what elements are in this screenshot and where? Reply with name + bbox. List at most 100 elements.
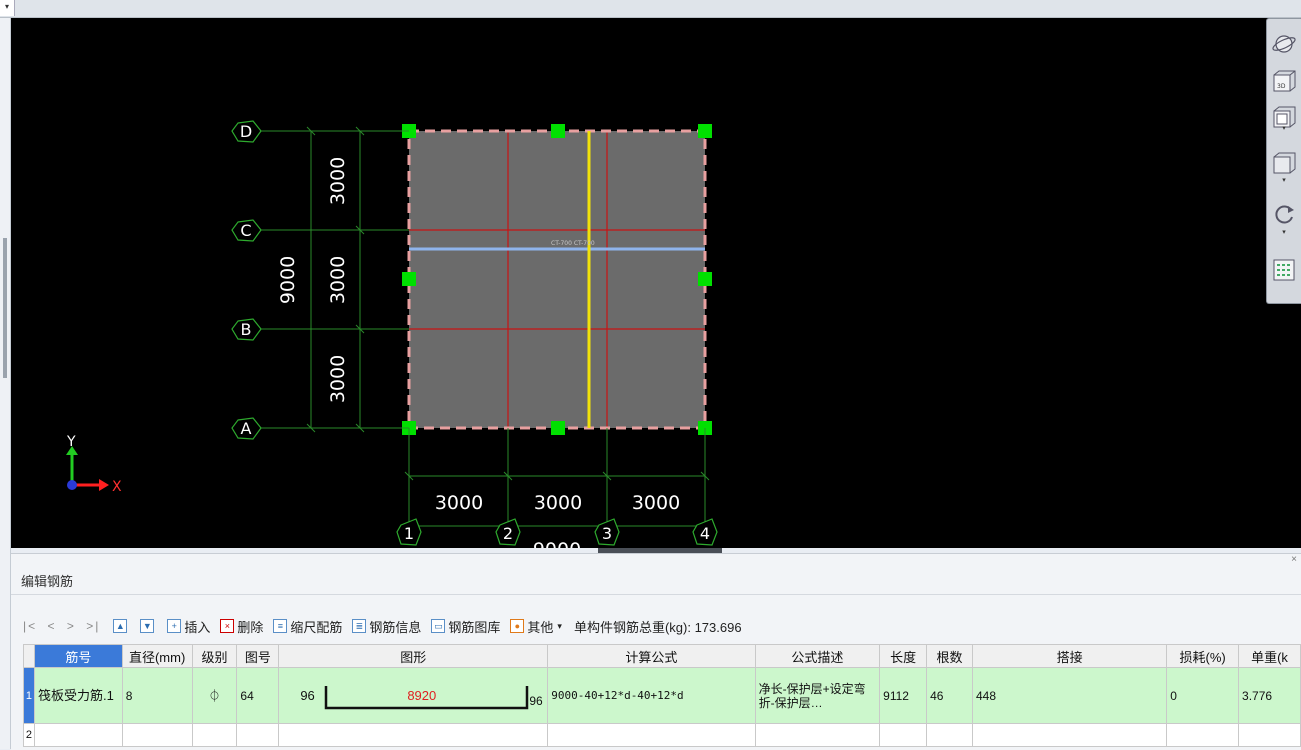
grid-view-icon[interactable] [1271,257,1297,283]
column-header[interactable]: 根数 [926,644,973,668]
left-strip [0,18,11,749]
total-weight-label: 单构件钢筋总重(kg): 173.696 [573,619,742,635]
axis-bubble-1: 1 [396,518,422,546]
formula-cell[interactable]: 9000-40+12*d-40+12*d [547,667,756,724]
left-dimensions: 3000 3000 3000 9000 [277,157,349,403]
divider [11,594,1301,595]
bottom-dimensions: 3000 3000 3000 9000 [435,492,680,548]
shape-cell[interactable]: 96 8920 96 [278,667,549,724]
rebar-tiny-label: CT-700 CT-700 [551,240,595,247]
svg-text:X: X [112,479,122,495]
slab-area[interactable] [409,131,705,428]
first-record-button[interactable]: |< [23,619,37,633]
rebar-table: 筋号 直径(mm) 级别 图号 图形 计算公式 公式描述 长度 根数 搭接 损耗… [23,644,1301,747]
count-cell[interactable]: 46 [926,667,973,724]
dim-bottom-2: 3000 [534,492,582,514]
library-icon: ▭ [431,619,446,633]
iso-view-dropdown-icon[interactable]: ▾ [1271,175,1297,185]
column-header[interactable]: 图形 [278,644,549,668]
row-number[interactable]: 1 [23,667,35,724]
iso-view-icon[interactable] [1271,151,1297,177]
shape-mid-value: 8920 [407,687,437,703]
dim-bottom-1: 3000 [435,492,483,514]
other-button[interactable]: ● 其他 ▾ [510,617,562,636]
svg-text:Y: Y [66,434,76,450]
grade-cell[interactable]: ⏀ [191,667,238,724]
left-splitter-grip[interactable] [3,238,7,378]
svg-text:3D: 3D [1277,83,1286,90]
ruler-icon: ≡ [273,619,288,633]
svg-text:1: 1 [404,524,414,543]
column-header[interactable]: 筋号 [33,644,123,668]
3d-view-icon[interactable]: 3D [1271,69,1297,95]
scale-rebar-button[interactable]: ≡ 缩尺配筋 [273,617,342,636]
chevron-down-icon: ▾ [557,620,562,631]
last-record-button[interactable]: >| [86,619,100,633]
move-down-button[interactable]: ▼ [140,619,157,633]
column-header[interactable]: 图号 [236,644,280,668]
plan-view-dropdown-icon[interactable]: ▾ [1271,123,1297,133]
total-weight-value: 173.696 [694,619,742,635]
prev-record-button[interactable]: < [47,619,56,633]
move-up-button[interactable]: ▲ [113,619,130,633]
loss-cell[interactable]: 0 [1166,667,1240,724]
dim-bottom-3: 3000 [632,492,680,514]
axis-bubble-a: A [231,417,262,440]
column-header[interactable]: 单重(k [1238,644,1301,668]
formula-desc-cell[interactable]: 净长-保护层+设定弯折-保护层… [754,667,881,724]
orbit-icon[interactable] [1271,31,1297,57]
rebar-library-button[interactable]: ▭ 钢筋图库 [431,617,500,636]
column-header[interactable]: 长度 [879,644,928,668]
svg-text:B: B [241,320,252,339]
figure-no-cell[interactable]: 64 [236,667,280,724]
column-header[interactable]: 级别 [191,644,238,668]
insert-icon: + [167,619,182,633]
unit-weight-cell[interactable]: 3.776 [1238,667,1301,724]
column-header[interactable]: 搭接 [971,644,1168,668]
document-icon: ≣ [352,619,367,633]
svg-text:3: 3 [602,524,612,543]
length-cell[interactable]: 9112 [879,667,928,724]
delete-button[interactable]: × 删除 [220,617,263,636]
rotate-icon[interactable] [1271,201,1297,227]
svg-text:2: 2 [503,524,513,543]
diameter-cell[interactable]: 8 [121,667,193,724]
next-record-button[interactable]: > [67,619,76,633]
table-row[interactable]: 1 筏板受力筋.1 8 ⏀ 64 96 8920 96 9000-40+12*d… [23,667,1301,724]
dim-left-1: 3000 [327,157,349,205]
row-number[interactable]: 2 [23,723,35,747]
rebar-info-button[interactable]: ≣ 钢筋信息 [352,617,421,636]
table-row[interactable]: 2 [23,723,1301,747]
drawing-canvas[interactable]: CT-700 CT-700 3000 3000 3000 9000 3000 3… [11,18,1301,548]
axis-bubble-c: C [231,219,262,242]
panel-toolbar: |< < > >| ▲ ▼ + 插入 × 删除 ≡ 缩尺配筋 ≣ 钢筋信息 ▭ 钢筋图库 … [23,615,742,637]
shape-left-value: 96 [300,687,315,703]
view-toolbar: 3D ▾ ▾ ▾ [1266,18,1301,304]
settings-icon: ● [510,619,525,633]
header-rownum [23,644,35,668]
column-header[interactable]: 计算公式 [547,644,756,668]
dim-left-total: 9000 [277,256,299,304]
axis-bubble-3: 3 [594,518,620,546]
axis-bubble-d: D [231,120,262,143]
axis-bubbles-left[interactable]: D C B A [231,120,262,440]
rotate-dropdown-icon[interactable]: ▾ [1271,227,1297,237]
dropdown-arrow-icon[interactable]: ▾ [0,0,15,16]
edit-rebar-panel: × 编辑钢筋 |< < > >| ▲ ▼ + 插入 × 删除 ≡ 缩尺配筋 ≣ 钢筋信息… [11,553,1301,750]
close-icon[interactable]: × [1291,554,1297,565]
column-header[interactable]: 损耗(%) [1166,644,1240,668]
column-header[interactable]: 公式描述 [754,644,881,668]
coordinate-axis-icon: Y X [66,434,122,495]
arrow-up-icon: ▲ [113,619,128,633]
bar-name-cell[interactable]: 筏板受力筋.1 [33,667,123,724]
lap-cell[interactable]: 448 [971,667,1168,724]
axis-bubble-4: 4 [692,518,718,546]
table-header: 筋号 直径(mm) 级别 图号 图形 计算公式 公式描述 长度 根数 搭接 损耗… [23,644,1301,668]
column-header[interactable]: 直径(mm) [121,644,193,668]
axis-bubble-2: 2 [495,518,521,546]
shape-right-value: 96 [529,693,543,708]
record-nav: |< < > >| [23,619,105,633]
svg-text:4: 4 [700,524,710,543]
dim-left-3: 3000 [327,355,349,403]
insert-button[interactable]: + 插入 [167,617,210,636]
